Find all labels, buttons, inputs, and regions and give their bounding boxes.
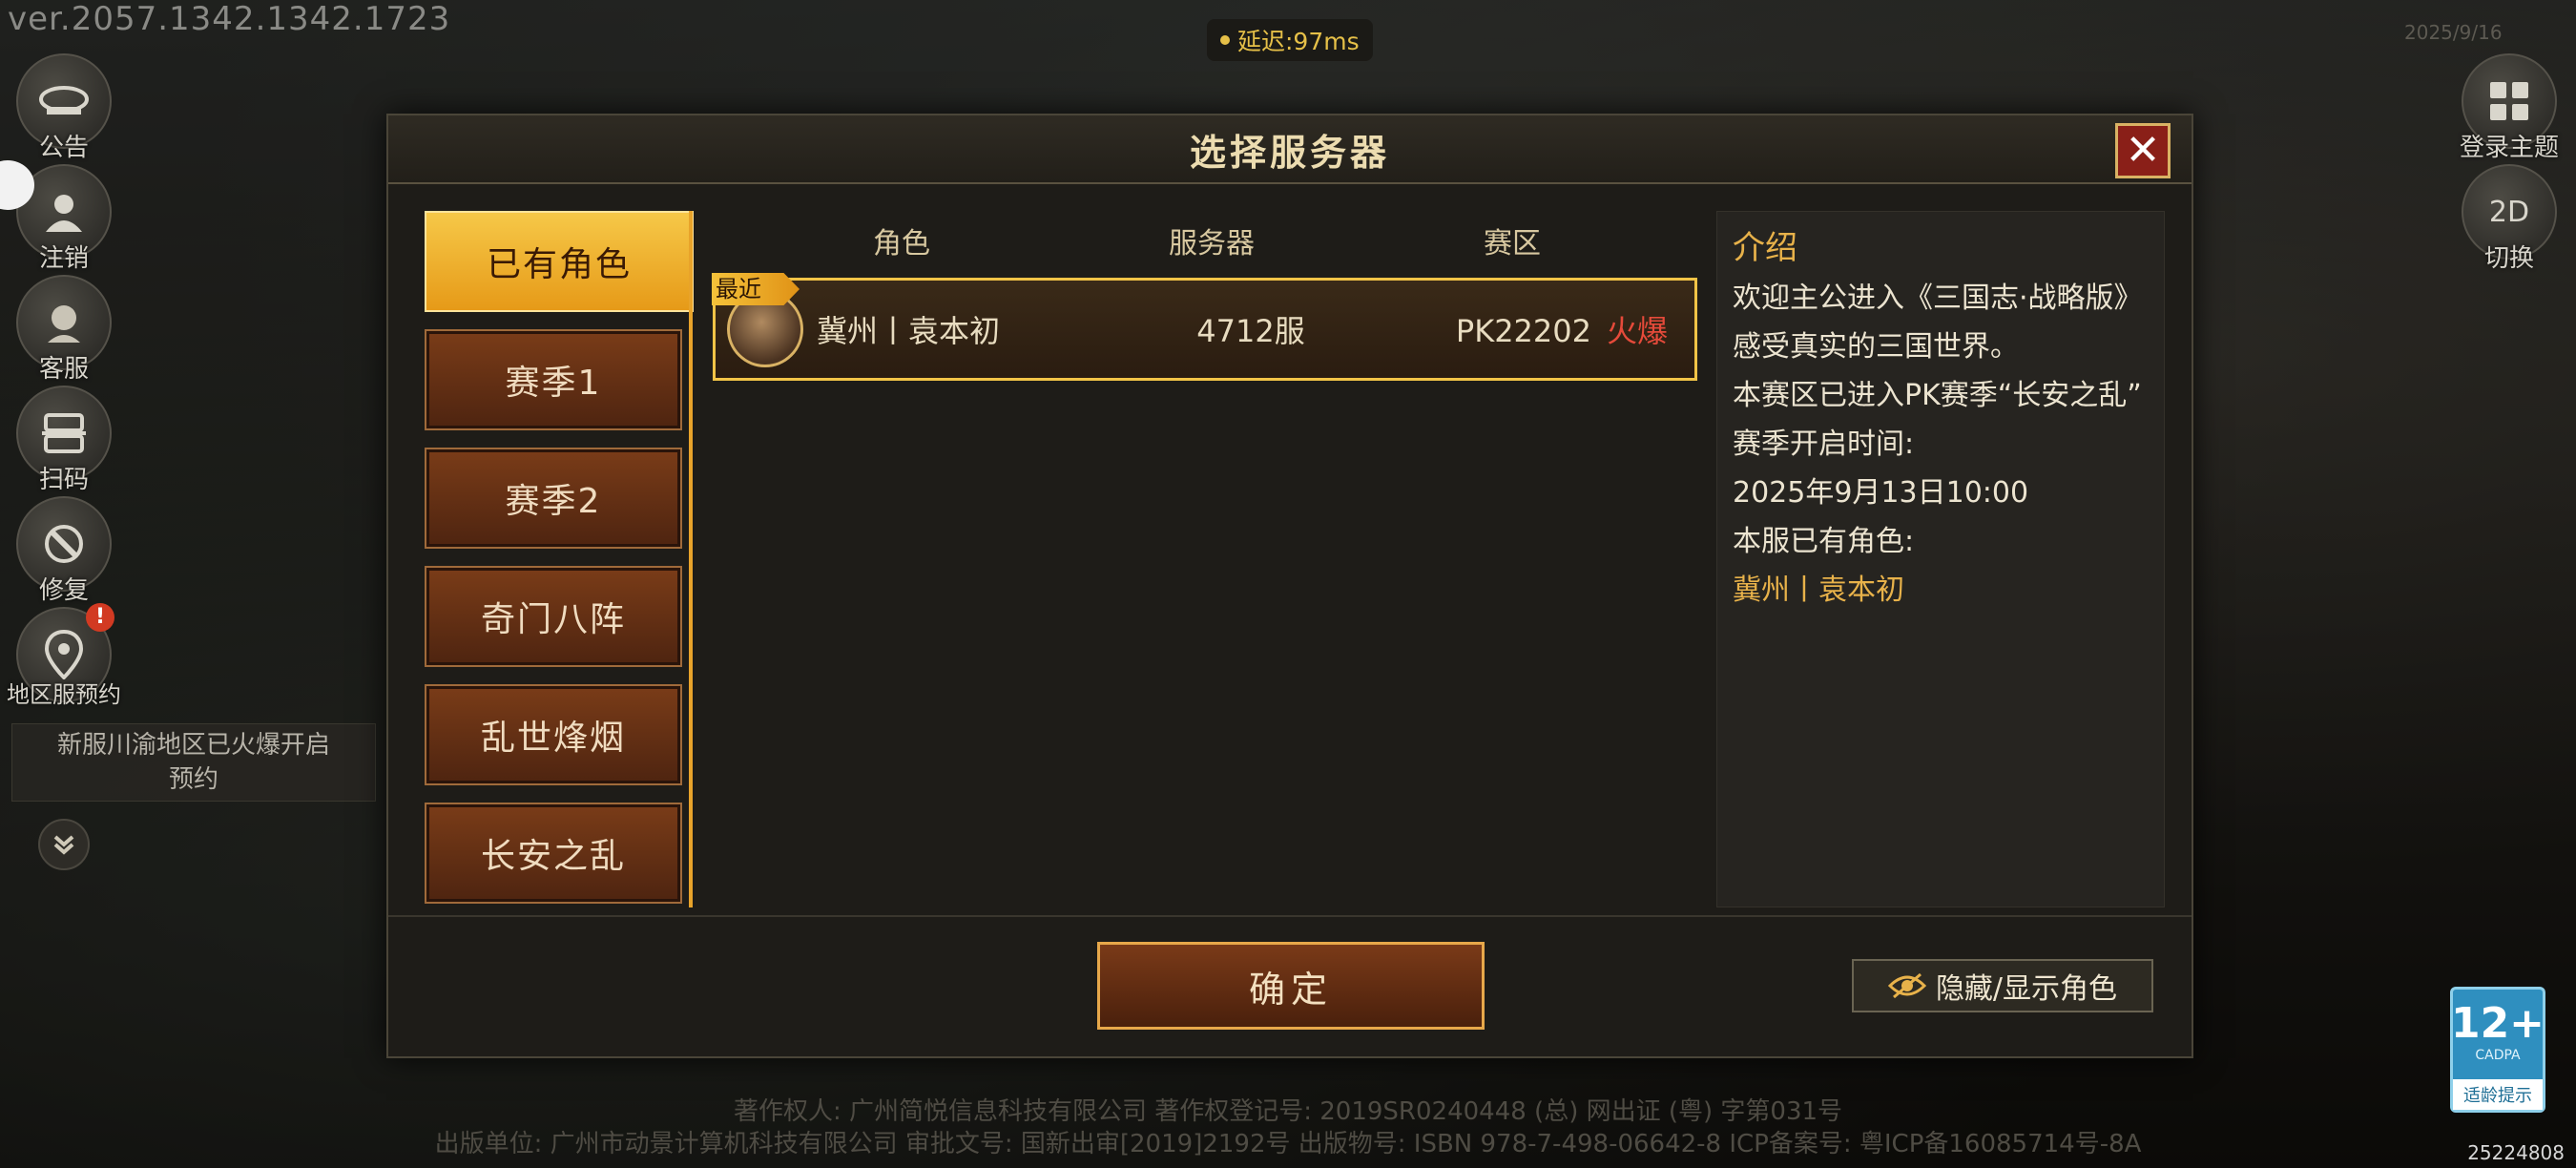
table-row[interactable]: 最近 冀州丨袁本初 4712服 PK22202 火爆: [712, 273, 1697, 381]
tab-changan-zhiluan[interactable]: 长安之乱: [425, 803, 682, 904]
build-id: 25224808: [2467, 1141, 2565, 1164]
notice-line2: 预约: [168, 765, 218, 794]
toggle-roles-label: 隐藏/显示角色: [1935, 972, 2118, 1006]
scan-button[interactable]: 扫码: [11, 386, 116, 495]
tab-list: 已有角色 赛季1 赛季2 奇门八阵 乱世烽烟 长安之乱: [425, 211, 696, 921]
column-zone: 赛区: [1484, 227, 1541, 261]
announcement-label: 公告: [38, 134, 89, 162]
column-role: 角色: [873, 227, 930, 261]
tab-season1[interactable]: 赛季1: [425, 329, 682, 430]
column-server: 服务器: [1169, 227, 1255, 261]
version-label: ver.2057.1342.1342.1723: [8, 0, 451, 38]
repair-button[interactable]: 修复: [11, 496, 116, 606]
region-reserve-label: 地区服预约: [7, 681, 121, 708]
tab-luanshi-fengyan[interactable]: 乱世烽烟: [425, 684, 682, 785]
intro-welcome: 欢迎主公进入《三国志·战略版》感受真实的三国世界。: [1733, 282, 2143, 364]
confirm-button[interactable]: 确定: [1097, 942, 1485, 1030]
intro-role-name: 冀州丨袁本初: [1733, 574, 1904, 607]
row-zone: PK22202: [1455, 313, 1591, 349]
login-theme-button[interactable]: 登录主题: [2447, 53, 2571, 163]
tab-existing-roles[interactable]: 已有角色: [425, 211, 694, 312]
date-faint: 2025/9/16: [2404, 21, 2503, 44]
row-role: 冀州丨袁本初: [817, 313, 1001, 349]
intro-start-time: 2025年9月13日10:00: [1733, 476, 2029, 510]
switch-label: 切换: [2483, 244, 2534, 273]
switch-badge: 2D: [2488, 195, 2530, 229]
tab-qimen-bazhen[interactable]: 奇门八阵: [425, 566, 682, 667]
close-button[interactable]: ✕: [2115, 123, 2171, 178]
intro-roles-label: 本服已有角色:: [1733, 525, 1915, 558]
close-icon: ✕: [2125, 126, 2161, 175]
row-zone-cell: PK22202 火爆: [1456, 307, 1668, 351]
latency-indicator: 延迟:97ms: [1207, 19, 1373, 61]
modal-divider: [388, 915, 2192, 917]
announcement-button[interactable]: 公告: [11, 53, 116, 163]
server-table: 角色 服务器 赛区 最近 冀州丨袁本初 4712服 PK22202 火爆: [711, 211, 1703, 907]
modal-title: 选择服务器: [1189, 131, 1390, 174]
intro-title: 介绍: [1733, 229, 1797, 267]
row-server: 4712服: [1196, 313, 1305, 349]
customer-service-button[interactable]: 客服: [11, 275, 116, 385]
latency-dot-icon: [1220, 35, 1230, 45]
intro-start-label: 赛季开启时间:: [1733, 428, 1915, 461]
age-number: 12+: [2450, 999, 2545, 1048]
table-header: 角色 服务器 赛区: [711, 211, 1703, 270]
notice-line1: 新服川渝地区已火爆开启: [56, 731, 330, 760]
toggle-roles-button[interactable]: 隐藏/显示角色: [1852, 959, 2153, 1012]
tab-divider: [689, 211, 693, 907]
expand-chevron-down-icon[interactable]: [38, 819, 90, 870]
copyright-line1: 著作权人: 广州简悦信息科技有限公司 著作权登记号: 2019SR0240448…: [733, 1097, 1843, 1126]
intro-panel: 介绍 欢迎主公进入《三国志·战略版》感受真实的三国世界。 本赛区已进入PK赛季“…: [1716, 211, 2165, 907]
tab-season2[interactable]: 赛季2: [425, 448, 682, 549]
logout-label: 注销: [38, 244, 89, 273]
row-status: 火爆: [1606, 313, 1668, 349]
scan-label: 扫码: [38, 466, 89, 494]
recent-tag: 最近: [712, 273, 800, 305]
intro-season: 本赛区已进入PK赛季“长安之乱”: [1733, 379, 2142, 412]
login-theme-label: 登录主题: [2459, 134, 2559, 162]
latency-text: 延迟:97ms: [1237, 28, 1360, 55]
region-notice-banner[interactable]: 新服川渝地区已火爆开启 预约: [11, 723, 376, 802]
repair-label: 修复: [38, 576, 89, 605]
copyright-line2: 出版单位: 广州市动景计算机科技有限公司 审批文号: 国新出审[2019]219…: [434, 1130, 2142, 1158]
modal-header: 选择服务器 ✕: [388, 115, 2192, 184]
switch-2d3d-button[interactable]: 2D 切换: [2447, 164, 2571, 274]
server-select-modal: 选择服务器 ✕ 已有角色 赛季1 赛季2 奇门八阵 乱世烽烟 长安之乱 角色 服…: [386, 114, 2193, 1058]
alert-badge-icon: !: [86, 603, 114, 632]
customer-service-label: 客服: [38, 355, 89, 384]
eye-slash-icon: [1887, 972, 1926, 999]
age-org: CADPA: [2475, 1048, 2521, 1063]
